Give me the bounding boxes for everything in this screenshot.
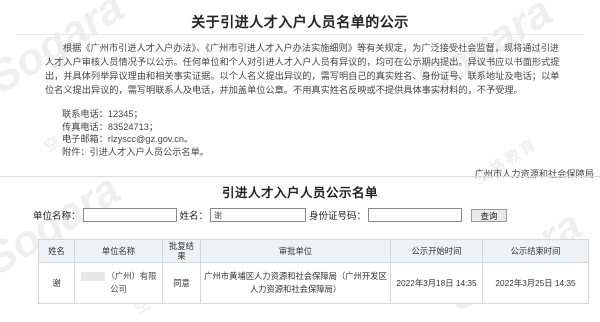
contact-email: 电子邮箱：rlzyscc@gz.gov.cn。: [62, 134, 194, 144]
result-table: 姓名 单位名称 批复结果 审批单位 公示开始时间 公示结束时间 谢 （广州）有限…: [38, 239, 589, 304]
id-number-input[interactable]: [368, 208, 463, 222]
title-divider: [16, 34, 584, 35]
id-number-label: 身份证号码：: [309, 211, 367, 222]
result-table-container: 姓名 单位名称 批复结果 审批单位 公示开始时间 公示结束时间 谢 （广州）有限…: [38, 239, 600, 306]
col-header-unit: 单位名称: [74, 239, 163, 263]
list-title: 引进人才入户人员公示名单: [221, 186, 378, 200]
col-header-result: 批复结果: [162, 239, 201, 263]
redacted-block: [80, 272, 105, 282]
search-form: 单位名称： 姓名： 身份证号码： 查询: [33, 207, 508, 223]
cell-end: 2022年3月25日 14:35: [482, 262, 589, 304]
person-name-input[interactable]: [210, 208, 307, 222]
unit-name-input[interactable]: [82, 208, 177, 222]
cell-start: 2022年3月18日 14:35: [390, 262, 483, 304]
cell-name: 谢: [38, 262, 75, 304]
section-divider: [0, 176, 600, 177]
table-header-row: 姓名 单位名称 批复结果 审批单位 公示开始时间 公示结束时间: [38, 239, 589, 263]
cell-unit: （广州）有限公司: [74, 262, 163, 304]
contact-phone: 联系电话：12345；: [62, 109, 143, 119]
unit-name-label: 单位名称：: [33, 211, 81, 222]
notice-body: 根据《广州市引进人才入户办法》、《广州市引进人才入户办法实施细则》等有关规定，为…: [45, 41, 565, 97]
watermark-text-2: 空格教育: [471, 135, 542, 188]
col-header-end: 公示结束时间: [482, 239, 589, 263]
cell-unit-text: （广州）有限公司: [106, 271, 157, 294]
col-header-approver: 审批单位: [200, 239, 391, 263]
col-header-start: 公示开始时间: [390, 239, 483, 263]
cell-approver: 广州市黄埔区人力资源和社会保障局（广州开发区人力资源和社会保障局）: [200, 262, 391, 304]
col-header-name: 姓名: [38, 239, 75, 263]
contact-attachment: 附件：引进人才入户人员公示名单。: [62, 146, 209, 157]
table-row: 谢 （广州）有限公司 同意 广州市黄埔区人力资源和社会保障局（广州开发区人力资源…: [38, 262, 589, 304]
contact-fax: 传真电话：83524713；: [62, 121, 159, 132]
cell-result: 同意: [162, 262, 201, 304]
person-name-label: 姓名：: [179, 211, 209, 222]
page-title: 关于引进人才入户人员名单的公示: [191, 14, 409, 30]
contact-info: 联系电话：12345； 传真电话：83524713； 电子邮箱：rlzyscc@…: [62, 108, 209, 158]
notice-paragraph: 根据《广州市引进人才入户办法》、《广州市引进人才入户办法实施细则》等有关规定，为…: [45, 43, 560, 95]
search-button[interactable]: 查询: [471, 208, 508, 222]
issuing-bureau: 广州市人力资源和社会保障局: [474, 169, 594, 179]
